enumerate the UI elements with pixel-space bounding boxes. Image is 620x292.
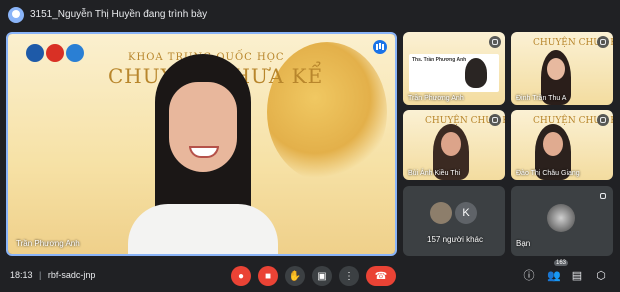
hand-icon: ✋ (288, 270, 302, 282)
self-avatar (547, 204, 575, 232)
logos (26, 44, 86, 67)
activities-button[interactable]: ⬡ (592, 267, 610, 285)
others-tile[interactable]: 157 người khác (403, 186, 505, 256)
participant-label: Trần Phương Anh (408, 95, 464, 102)
chat-button[interactable]: ▤ (568, 267, 586, 285)
activities-icon: ⬡ (596, 270, 606, 282)
participant-tile[interactable]: CHUYỆN CHƯA KỂ Đinh Trần Thu A (511, 32, 613, 105)
others-count: 157 người khác (427, 235, 483, 244)
meeting-code: rbf-sadc-jnp (47, 270, 96, 280)
info-icon: ⓘ (523, 270, 535, 282)
present-button[interactable]: ▣ (312, 266, 332, 286)
meeting-time: 18:13 | rbf-sadc-jnp (10, 270, 96, 280)
meeting-details-button[interactable]: ⓘ (520, 267, 538, 285)
youth-union-logo (46, 44, 64, 62)
university-logo (26, 44, 44, 62)
participant-tile[interactable]: Ths. Trần Phương Anh Trần Phương Anh (403, 32, 505, 105)
mic-toggle-button[interactable]: ● (231, 266, 251, 286)
tree-illustration (267, 42, 387, 182)
participant-label: Bùi Ánh Kiều Thi (408, 170, 461, 177)
people-button[interactable]: 👥 (545, 267, 563, 285)
speaker-video (128, 54, 278, 254)
participant-label: Đinh Trần Thu A (516, 95, 567, 102)
bottom-bar: 18:13 | rbf-sadc-jnp ● ■ ✋ ▣ ⋮ ☎ ⓘ 👥 163… (0, 260, 620, 292)
participants-badge: 163 (554, 260, 569, 266)
mic-off-icon (597, 190, 609, 202)
presenting-status: 3151_Nguyễn Thị Huyền đang trình bày (30, 9, 208, 20)
participant-name: Trần Phương Anh (16, 239, 80, 248)
self-label: Bạn (516, 239, 531, 248)
presenter-avatar (8, 7, 24, 23)
camera-off-icon: ■ (264, 270, 272, 282)
speaking-indicator-icon (373, 40, 387, 54)
present-icon: ▣ (317, 270, 327, 282)
phone-hangup-icon: ☎ (374, 270, 388, 282)
people-icon: 👥 (547, 270, 561, 282)
raise-hand-button[interactable]: ✋ (285, 266, 305, 286)
participant-avatar (430, 202, 452, 224)
clock: 18:13 (10, 270, 33, 280)
pin-icon[interactable] (489, 36, 501, 48)
main-video-tile[interactable]: KHOA TRUNG QUỐC HỌC CHUYỆN CHƯA KỂ Trần … (6, 32, 397, 256)
more-vert-icon: ⋮ (344, 270, 354, 282)
pin-icon[interactable] (597, 114, 609, 126)
chat-icon: ▤ (571, 270, 583, 282)
association-logo (66, 44, 84, 62)
more-options-button[interactable]: ⋮ (339, 266, 359, 286)
pin-icon[interactable] (597, 36, 609, 48)
participant-video (465, 58, 487, 88)
camera-toggle-button[interactable]: ■ (258, 266, 278, 286)
participant-tile[interactable]: CHUYỆN CHƯA KỂ Bùi Ánh Kiều Thi (403, 110, 505, 180)
leave-call-button[interactable]: ☎ (366, 266, 396, 286)
mic-off-icon: ● (237, 270, 245, 282)
participant-label: Đào Thị Châu Giang (516, 170, 580, 177)
participant-avatar-letter: K (455, 202, 477, 224)
participant-tile[interactable]: CHUYỆN CHƯA KỂ Đào Thị Châu Giang (511, 110, 613, 180)
pin-icon[interactable] (489, 114, 501, 126)
top-bar: 3151_Nguyễn Thị Huyền đang trình bày (0, 0, 620, 30)
